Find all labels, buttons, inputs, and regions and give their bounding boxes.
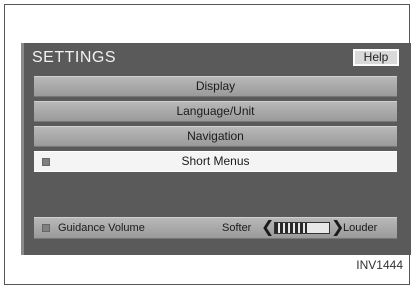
volume-bar-fill bbox=[275, 223, 308, 233]
louder-label: Louder bbox=[343, 222, 378, 234]
menu-item-label: Short Menus bbox=[181, 154, 250, 168]
menu-item-navigation[interactable]: Navigation bbox=[34, 126, 397, 147]
figure-frame: SETTINGS Help Display Language/Unit Navi… bbox=[4, 4, 411, 285]
volume-decrease-icon[interactable]: ❮ bbox=[261, 217, 274, 237]
guidance-volume-label: Guidance Volume bbox=[58, 222, 145, 234]
menu-item-language-unit[interactable]: Language/Unit bbox=[34, 101, 397, 122]
figure-code: INV1444 bbox=[356, 258, 403, 272]
menu-item-short-menus[interactable]: Short Menus bbox=[34, 151, 397, 172]
volume-bar[interactable] bbox=[274, 222, 330, 234]
softer-label: Softer bbox=[222, 222, 252, 234]
guidance-volume-row: Guidance Volume Softer ❮ ❯ Louder bbox=[34, 217, 397, 239]
short-menus-indicator bbox=[42, 158, 50, 166]
screen-title: SETTINGS bbox=[32, 49, 117, 66]
help-button[interactable]: Help bbox=[353, 49, 399, 66]
guidance-volume-indicator bbox=[42, 224, 50, 232]
settings-screen: SETTINGS Help Display Language/Unit Navi… bbox=[21, 43, 411, 255]
menu-item-display[interactable]: Display bbox=[34, 76, 397, 97]
